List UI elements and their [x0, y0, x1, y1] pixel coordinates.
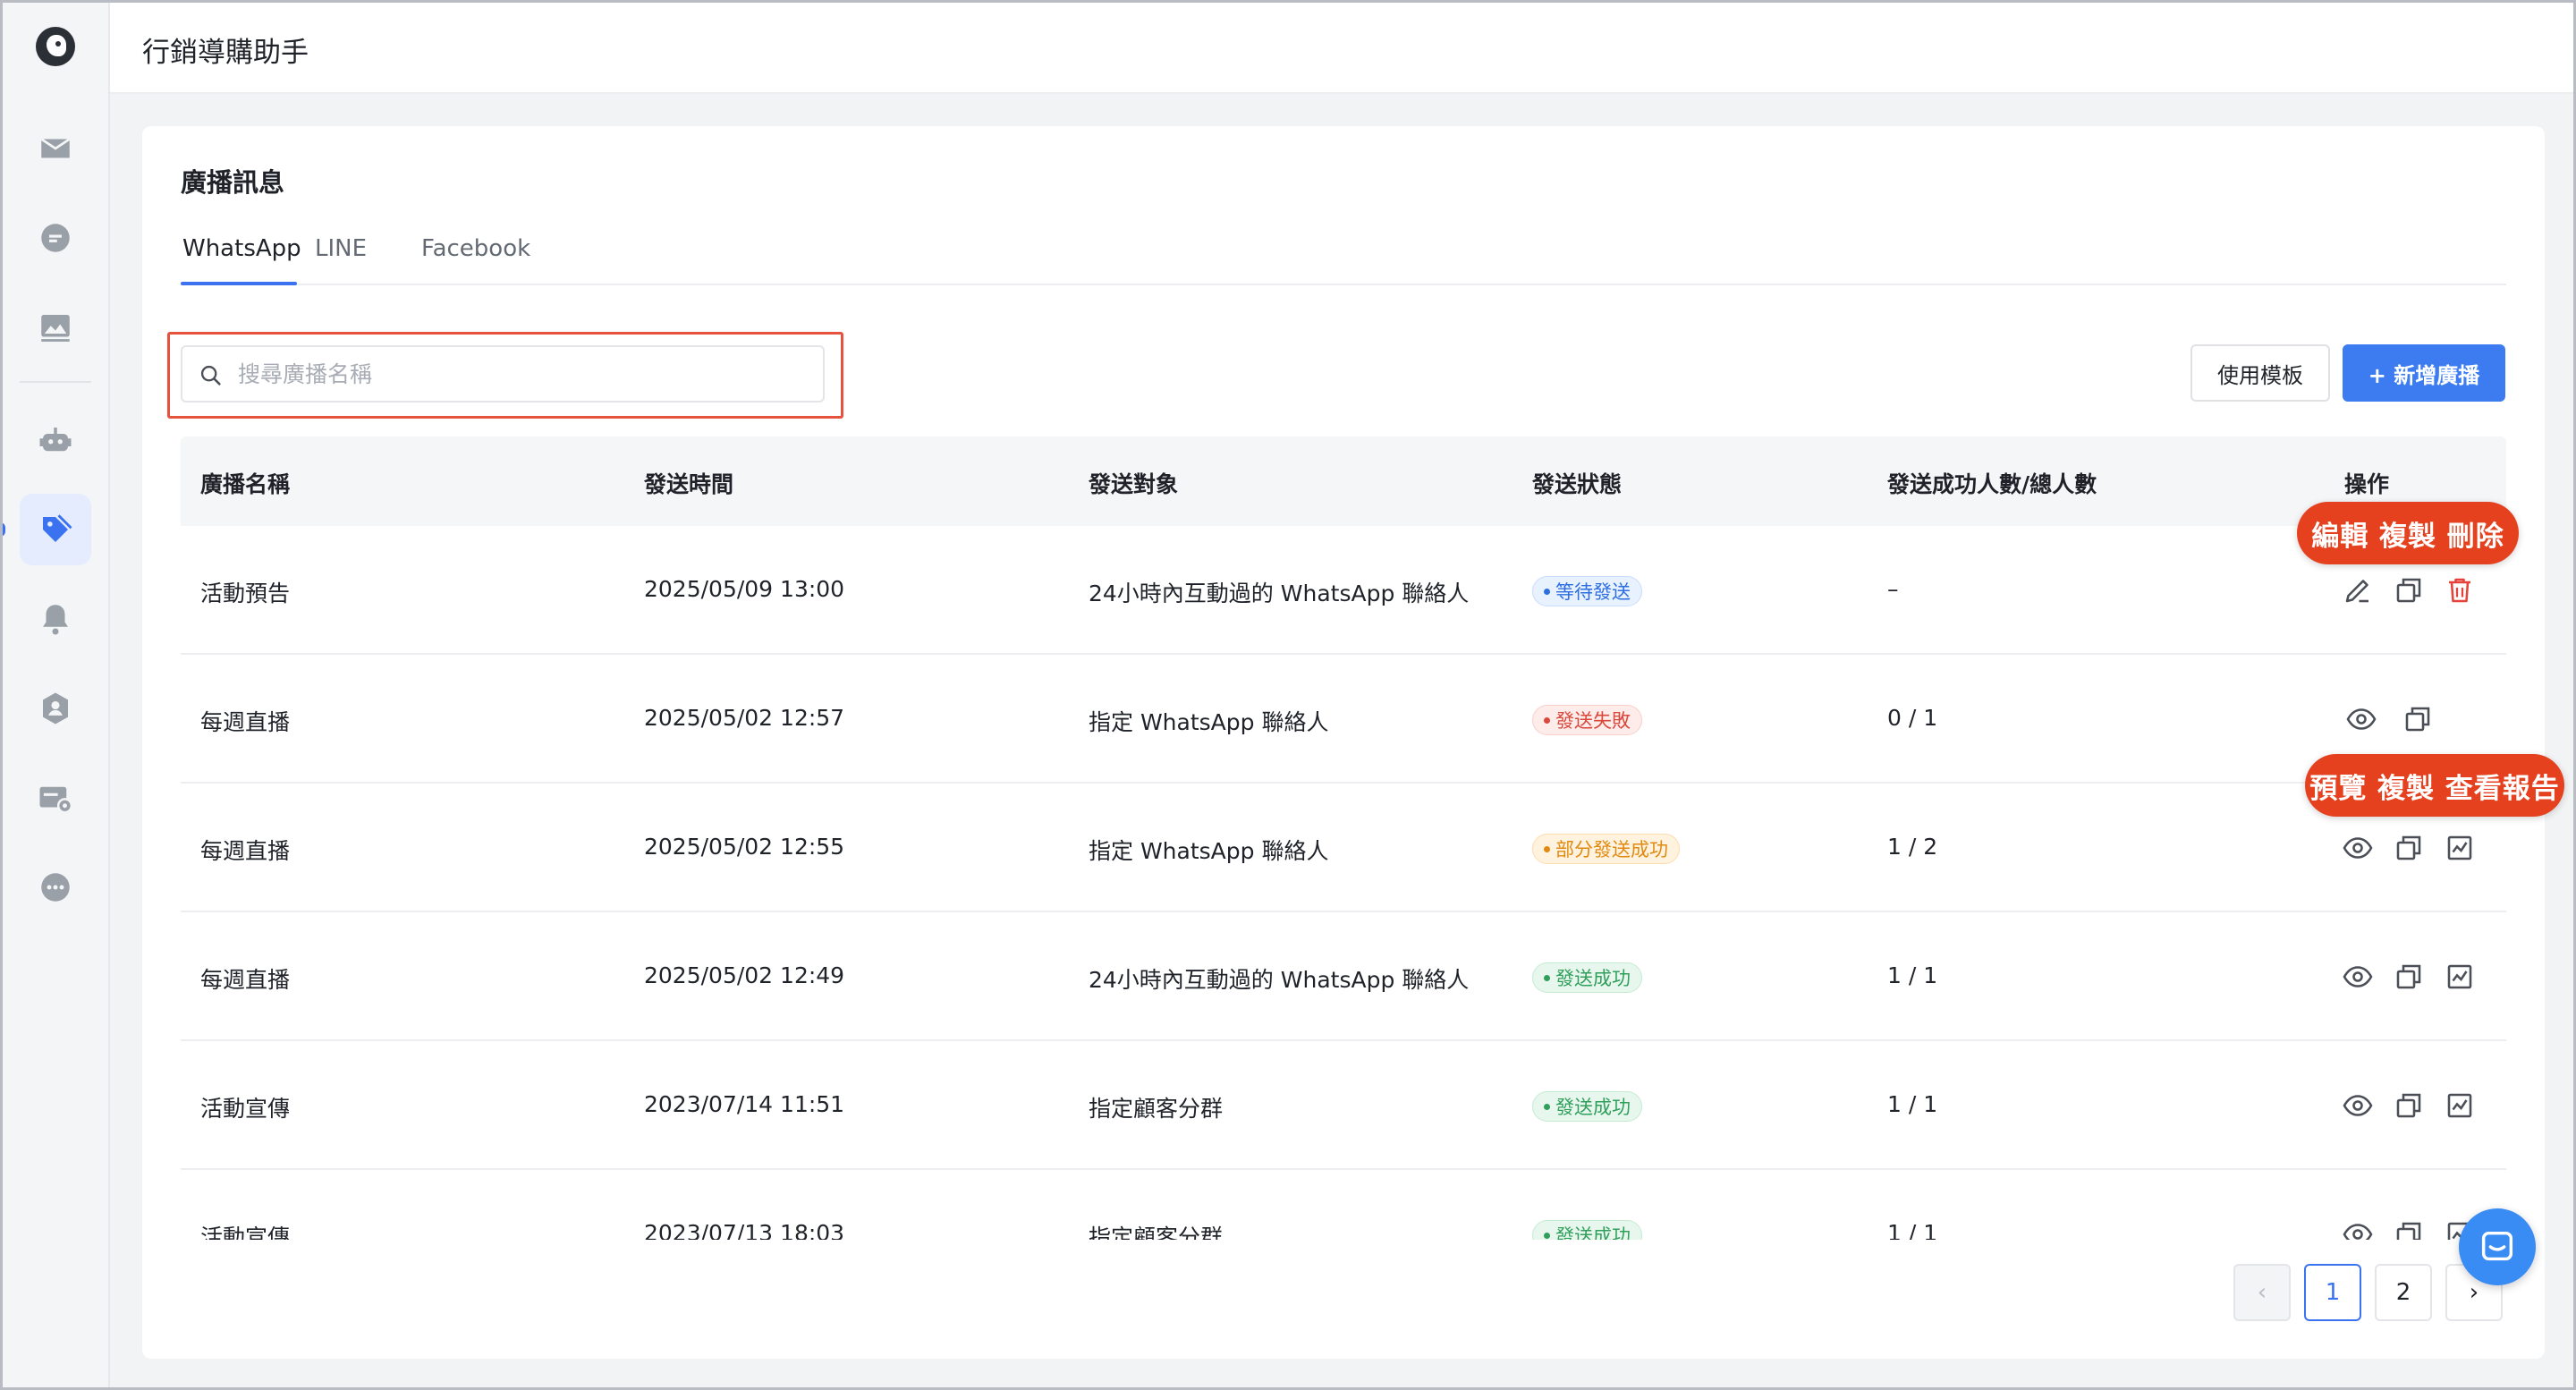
- chat-bubble-icon[interactable]: [20, 202, 91, 274]
- pagination-prev[interactable]: ‹: [2233, 1264, 2291, 1321]
- image-gallery-icon[interactable]: [20, 292, 91, 363]
- cell-target: 指定 WhatsApp 聯絡人: [1089, 838, 1329, 864]
- tab-line[interactable]: LINE: [315, 235, 367, 285]
- report-icon[interactable]: [2442, 830, 2478, 866]
- tag-icon[interactable]: [20, 494, 91, 565]
- chat-icon: [2481, 1231, 2513, 1261]
- copy-icon[interactable]: [2391, 1088, 2427, 1123]
- column-header-name: 廣播名稱: [200, 471, 291, 497]
- cell-name: 活動預告: [200, 581, 291, 606]
- table-row[interactable]: 活動宣傳 2023/07/13 18:03 指定顧客分群 發送成功 1 / 1: [181, 1170, 2506, 1240]
- new-broadcast-button[interactable]: + 新增廣播: [2343, 344, 2505, 402]
- table-row[interactable]: 每週直播 2025/05/02 12:49 24小時內互動過的 WhatsApp…: [181, 912, 2506, 1041]
- table-row[interactable]: 每週直播 2025/05/02 12:55 指定 WhatsApp 聯絡人 部分…: [181, 784, 2506, 912]
- eye-icon[interactable]: [2340, 959, 2376, 995]
- status-badge: 部分發送成功: [1532, 834, 1680, 864]
- callout-edit-copy-delete: 編輯 複製 刪除: [2297, 502, 2519, 564]
- inbox-icon[interactable]: [20, 113, 91, 184]
- cell-ratio: 1 / 1: [1887, 1091, 1938, 1117]
- search-icon: [200, 365, 221, 386]
- app-logo[interactable]: [36, 27, 75, 66]
- table-row[interactable]: 活動宣傳 2023/07/14 11:51 指定顧客分群 發送成功 1 / 1: [181, 1041, 2506, 1170]
- edit-icon[interactable]: [2340, 572, 2376, 608]
- cell-name: 每週直播: [200, 967, 291, 993]
- eye-icon[interactable]: [2340, 1216, 2376, 1240]
- copy-icon[interactable]: [2391, 830, 2427, 866]
- cell-name: 活動宣傳: [200, 1096, 291, 1122]
- cell-time: 2023/07/13 18:03: [644, 1220, 845, 1240]
- cell-ratio: 1 / 1: [1887, 962, 1938, 988]
- cell-ratio: 0 / 1: [1887, 705, 1938, 731]
- cell-name: 每週直播: [200, 838, 291, 864]
- cell-time: 2025/05/09 13:00: [644, 576, 845, 602]
- column-header-status: 發送狀態: [1532, 471, 1623, 497]
- search-input[interactable]: [238, 354, 810, 394]
- user-badge-icon[interactable]: [20, 673, 91, 744]
- status-badge: 發送成功: [1532, 1220, 1642, 1240]
- column-header-actions: 操作: [2344, 471, 2390, 497]
- search-field[interactable]: [181, 345, 825, 403]
- cell-time: 2023/07/14 11:51: [644, 1091, 845, 1117]
- broadcast-table: 廣播名稱 發送時間 發送對象 發送狀態 發送成功人數/總人數 操作 活動預告 2…: [181, 436, 2506, 1240]
- report-icon[interactable]: [2442, 1088, 2478, 1123]
- tab-facebook[interactable]: Facebook: [421, 235, 530, 285]
- use-template-button[interactable]: 使用模板: [2190, 344, 2330, 402]
- cell-name: 每週直播: [200, 709, 291, 735]
- table-row[interactable]: 活動預告 2025/05/09 13:00 24小時內互動過的 WhatsApp…: [181, 526, 2506, 655]
- app-title: 行銷導購助手: [142, 37, 309, 69]
- bell-icon[interactable]: [20, 583, 91, 655]
- robot-icon[interactable]: [20, 404, 91, 476]
- column-header-ratio: 發送成功人數/總人數: [1887, 471, 2097, 497]
- pagination-page-2[interactable]: 2: [2375, 1264, 2432, 1321]
- eye-icon[interactable]: [2340, 1088, 2376, 1123]
- cell-target: 指定顧客分群: [1089, 1096, 1224, 1122]
- status-badge: 發送成功: [1532, 962, 1642, 993]
- callout-preview-copy-report: 預覽 複製 查看報告: [2305, 754, 2564, 817]
- sidebar-divider: [20, 381, 91, 383]
- broadcast-card: 廣播訊息 WhatsApp LINE Facebook 使用模板 + 新增廣播 …: [142, 126, 2545, 1359]
- status-badge: 發送成功: [1532, 1091, 1642, 1122]
- cell-name: 活動宣傳: [200, 1225, 291, 1240]
- cell-target: 24小時內互動過的 WhatsApp 聯絡人: [1089, 581, 1470, 606]
- copy-icon[interactable]: [2391, 1216, 2427, 1240]
- trash-icon[interactable]: [2442, 572, 2478, 608]
- column-header-time: 發送時間: [644, 471, 734, 497]
- cell-time: 2025/05/02 12:49: [644, 962, 845, 988]
- cell-ratio: –: [1887, 576, 1899, 602]
- cell-time: 2025/05/02 12:57: [644, 705, 845, 731]
- column-header-target: 發送對象: [1089, 471, 1179, 497]
- pagination-page-1[interactable]: 1: [2304, 1264, 2361, 1321]
- cell-ratio: 1 / 1: [1887, 1220, 1938, 1240]
- top-bar: 行銷導購助手: [110, 3, 2573, 94]
- active-tab-indicator: [181, 282, 297, 285]
- copy-icon[interactable]: [2391, 572, 2427, 608]
- eye-icon[interactable]: [2343, 701, 2379, 737]
- page-title: 廣播訊息: [181, 167, 285, 198]
- cell-target: 指定 WhatsApp 聯絡人: [1089, 709, 1329, 735]
- copy-icon[interactable]: [2400, 701, 2436, 737]
- status-badge: 發送失敗: [1532, 705, 1642, 735]
- tab-whatsapp[interactable]: WhatsApp: [182, 235, 301, 285]
- cell-ratio: 1 / 2: [1887, 834, 1938, 860]
- cell-target: 24小時內互動過的 WhatsApp 聯絡人: [1089, 967, 1470, 993]
- report-icon[interactable]: [2442, 959, 2478, 995]
- sidebar: [0, 0, 110, 1390]
- status-badge: 等待發送: [1532, 576, 1642, 606]
- more-icon[interactable]: [20, 852, 91, 923]
- cell-target: 指定顧客分群: [1089, 1225, 1224, 1240]
- chat-launcher-button[interactable]: [2459, 1208, 2536, 1285]
- eye-icon[interactable]: [2340, 830, 2376, 866]
- table-row[interactable]: 每週直播 2025/05/02 12:57 指定 WhatsApp 聯絡人 發送…: [181, 655, 2506, 784]
- table-header: 廣播名稱 發送時間 發送對象 發送狀態 發送成功人數/總人數 操作: [181, 436, 2506, 526]
- active-indicator: [0, 522, 5, 537]
- copy-icon[interactable]: [2391, 959, 2427, 995]
- channel-tabs: WhatsApp LINE Facebook: [181, 235, 2506, 285]
- card-settings-icon[interactable]: [20, 762, 91, 834]
- cell-time: 2025/05/02 12:55: [644, 834, 845, 860]
